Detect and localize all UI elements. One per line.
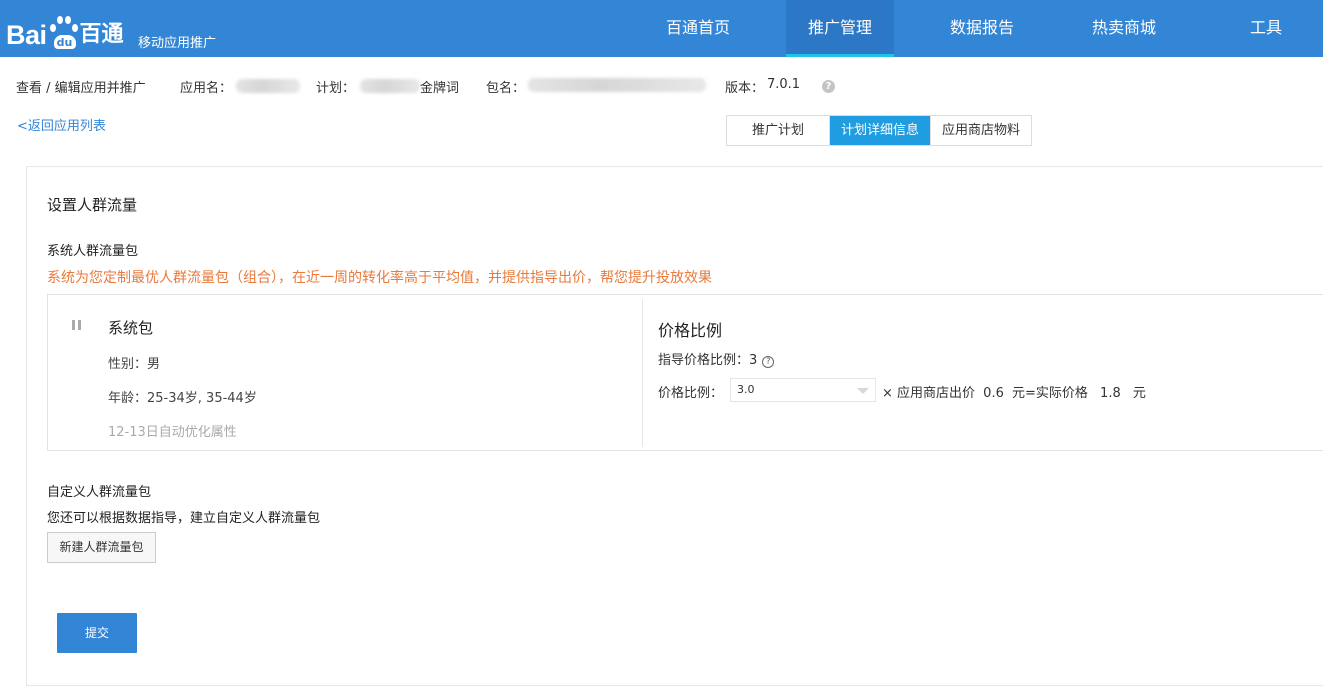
multiply-text: × 应用商店出价	[882, 386, 976, 401]
gender-row: 性别：男	[108, 353, 160, 372]
price-ratio-title: 价格比例	[658, 321, 723, 340]
chevron-down-icon	[857, 388, 869, 394]
package-name: 系统包	[108, 319, 154, 337]
system-package-label: 系统人群流量包	[47, 244, 139, 259]
store-bid-value: 0.6	[983, 386, 1004, 401]
age-row: 年龄：25-34岁, 35-44岁	[108, 387, 257, 406]
package-name-redacted	[528, 78, 706, 92]
equals-text: 元=实际价格	[1012, 386, 1088, 401]
version-value: 7.0.1	[767, 77, 801, 92]
nav-item-reports[interactable]: 数据报告	[924, 0, 1040, 57]
auto-optimize-note: 12-13日自动优化属性	[108, 425, 237, 440]
tab-store-materials[interactable]: 应用商店物料	[930, 116, 1031, 145]
version-label: 版本：	[725, 81, 765, 96]
custom-package-description: 您还可以根据数据指导，建立自定义人群流量包	[47, 511, 321, 526]
question-circle-icon[interactable]: ?	[822, 80, 835, 93]
plan-suffix: 金牌词	[420, 81, 460, 96]
pause-icon[interactable]	[72, 320, 81, 330]
nav-label: 百通首页	[665, 18, 730, 37]
nav-item-mall[interactable]: 热卖商城	[1066, 0, 1182, 57]
nav-item-tools[interactable]: 工具	[1226, 0, 1306, 57]
age-label: 年龄：	[108, 391, 148, 406]
logo-text-baitong: 百通	[79, 22, 124, 47]
price-ratio-select[interactable]: 3.0	[730, 378, 876, 402]
nav-label: 热卖商城	[1091, 18, 1156, 37]
app-name-redacted	[236, 79, 300, 93]
ratio-selected-value: 3.0	[737, 383, 755, 396]
package-label: 包名：	[486, 81, 526, 96]
baidu-logo[interactable]: Bai du 百通	[6, 10, 124, 50]
price-formula: × 应用商店出价 0.6 元=实际价格 1.8 元	[882, 382, 1146, 401]
logo-text-bai: Bai	[6, 20, 47, 50]
plan-label: 计划：	[316, 81, 356, 96]
question-circle-icon[interactable]: ?	[762, 356, 775, 368]
column-divider	[642, 299, 643, 447]
custom-package-label: 自定义人群流量包	[47, 485, 152, 500]
logo-text-du: du	[53, 35, 76, 49]
actual-price-value: 1.8	[1100, 386, 1121, 401]
nav-item-home[interactable]: 百通首页	[640, 0, 756, 57]
unit-text: 元	[1132, 386, 1146, 401]
guide-value: 3	[749, 353, 758, 368]
back-to-app-list-link[interactable]: <返回应用列表	[17, 115, 106, 134]
nav-label: 工具	[1249, 18, 1282, 37]
app-name-label: 应用名：	[180, 81, 233, 96]
gender-value: 男	[147, 357, 161, 372]
paw-icon: du	[48, 16, 78, 50]
system-package-box: 系统包 性别：男 年龄：25-34岁, 35-44岁 12-13日自动优化属性 …	[47, 294, 1323, 451]
guide-label: 指导价格比例：	[658, 353, 750, 368]
guide-price-ratio: 指导价格比例：3?	[658, 349, 775, 368]
nav-label: 数据报告	[949, 18, 1014, 37]
top-nav-bar: Bai du 百通 移动应用推广 百通首页 推广管理 数据报告 热卖商城 工具	[0, 0, 1323, 57]
nav-item-promotion[interactable]: 推广管理	[786, 0, 894, 57]
submit-button[interactable]: 提交	[57, 613, 137, 653]
new-crowd-package-button[interactable]: 新建人群流量包	[47, 532, 156, 563]
nav-label: 推广管理	[807, 18, 872, 37]
tab-plan-details[interactable]: 计划详细信息	[829, 116, 930, 145]
section-title: 设置人群流量	[47, 196, 138, 214]
tab-promotion-plan[interactable]: 推广计划	[727, 116, 829, 145]
plan-tabs: 推广计划 计划详细信息 应用商店物料	[726, 115, 1032, 146]
gender-label: 性别：	[108, 357, 148, 372]
plan-name-redacted	[360, 79, 420, 93]
system-notice: 系统为您定制最优人群流量包（组合），在近一周的转化率高于平均值，并提供指导出价，…	[47, 270, 712, 286]
breadcrumb: 查看 / 编辑应用并推广	[16, 81, 146, 96]
ratio-label: 价格比例：	[658, 386, 724, 401]
product-subtitle: 移动应用推广	[138, 36, 217, 51]
age-value: 25-34岁, 35-44岁	[147, 391, 257, 406]
